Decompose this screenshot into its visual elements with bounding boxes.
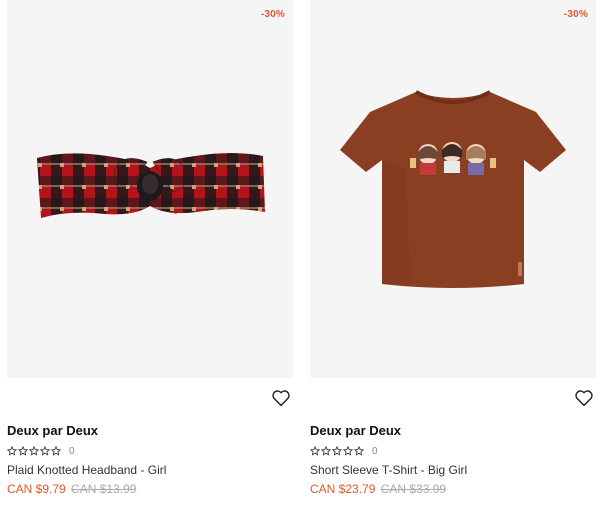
product-grid: -30% Deux par Deux 0 Plaid Knotted Headb… (0, 0, 600, 509)
rating-row: 0 (7, 442, 293, 460)
star-icon (343, 446, 353, 456)
product-name[interactable]: Short Sleeve T-Shirt - Big Girl (310, 461, 596, 480)
original-price: CAN $33.99 (380, 482, 447, 496)
sale-price: CAN $9.79 (7, 482, 66, 496)
rating-stars (7, 446, 61, 456)
product-image-container[interactable]: -30% (310, 0, 596, 378)
star-icon (29, 446, 39, 456)
star-icon (18, 446, 28, 456)
heart-icon[interactable] (271, 389, 291, 407)
product-image-container[interactable]: -30% (7, 0, 293, 378)
original-price: CAN $13.99 (71, 482, 137, 496)
star-icon (7, 446, 17, 456)
discount-badge: -30% (563, 9, 588, 20)
rating-row: 0 (310, 442, 596, 460)
rating-stars (310, 446, 364, 456)
wishlist-row (7, 378, 293, 420)
plaid-headband-image[interactable] (7, 0, 293, 378)
product-card[interactable]: -30% Deux par Deux 0 Plaid Knotted Headb… (7, 0, 293, 509)
review-count: 0 (372, 445, 378, 457)
discount-badge: -30% (260, 9, 285, 20)
price-row: CAN $9.79 CAN $13.99 (7, 480, 293, 498)
star-icon (354, 446, 364, 456)
star-icon (332, 446, 342, 456)
star-icon (321, 446, 331, 456)
star-icon (310, 446, 320, 456)
brown-tshirt-image[interactable] (310, 0, 596, 378)
price-row: CAN $23.79 CAN $33.99 (310, 480, 596, 498)
product-brand[interactable]: Deux par Deux (7, 420, 293, 442)
star-icon (40, 446, 50, 456)
sale-price: CAN $23.79 (310, 482, 376, 496)
wishlist-row (310, 378, 596, 420)
heart-icon[interactable] (574, 389, 594, 407)
review-count: 0 (69, 445, 75, 457)
product-brand[interactable]: Deux par Deux (310, 420, 596, 442)
product-card[interactable]: -30% Deux par Deux 0 Short Sleeve T-Shir… (310, 0, 596, 509)
product-name[interactable]: Plaid Knotted Headband - Girl (7, 461, 293, 480)
star-icon (51, 446, 61, 456)
